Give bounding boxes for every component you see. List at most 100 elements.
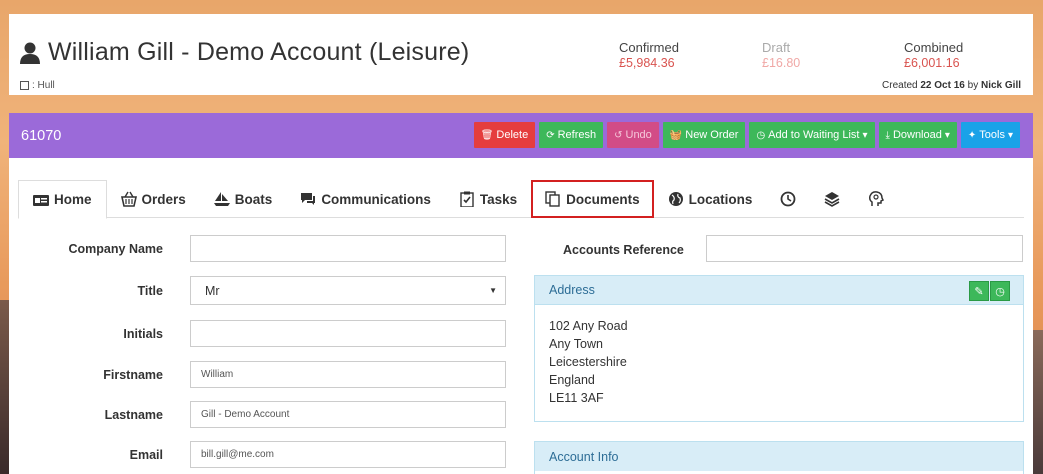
tab-boats[interactable]: Boats [200, 180, 287, 218]
caret-down-icon: ▾ [944, 129, 950, 141]
account-info-header: Account Info [535, 442, 1023, 471]
undo-icon: ↺ [614, 129, 623, 141]
address-line-1: 102 Any Road [549, 319, 628, 333]
customer-name: William Gill - Demo Account (Leisure) [48, 38, 470, 66]
caret-down-icon: ▾ [862, 129, 868, 141]
tab-home-label: Home [54, 192, 92, 207]
confirmed-stat: Confirmed £5,984.36 [619, 40, 679, 70]
tab-communications-label: Communications [321, 191, 431, 207]
tab-profile[interactable] [854, 180, 898, 218]
address-tools: ✎ ◷ [969, 281, 1010, 301]
confirmed-label: Confirmed [619, 40, 679, 55]
location-info: : Hull [20, 80, 55, 91]
wand-icon: ✦ [967, 129, 977, 141]
created-info: Created 22 Oct 16 by Nick Gill [882, 80, 1021, 91]
undo-button[interactable]: ↺ Undo [607, 122, 659, 148]
clock-icon [780, 191, 796, 207]
firstname-label: Firstname [103, 367, 163, 382]
address-line-2: Any Town [549, 337, 603, 351]
firstname-row: Firstname William [9, 361, 529, 388]
delete-label: Delete [496, 129, 529, 141]
created-by: Nick Gill [980, 80, 1021, 91]
address-line-4: England [549, 373, 595, 387]
title-row: Title Mr ▼ [9, 276, 529, 305]
draft-label: Draft [762, 40, 791, 55]
created-prefix: Created [882, 80, 918, 91]
delete-button[interactable]: 🗑 Delete [473, 122, 536, 148]
created-by-prefix: by [967, 80, 979, 91]
tab-history[interactable] [766, 180, 810, 218]
customer-header: William Gill - Demo Account (Leisure) : … [9, 14, 1033, 95]
initials-label: Initials [123, 326, 163, 341]
initials-input[interactable] [190, 320, 506, 347]
download-icon: ⤓ [885, 129, 890, 141]
new-order-label: New Order [685, 129, 739, 141]
tools-button[interactable]: ✦ Tools ▾ [960, 122, 1020, 148]
tools-label: Tools [979, 129, 1005, 141]
pencil-icon[interactable]: ✎ [969, 281, 989, 301]
company-name-row: Company Name [9, 235, 529, 262]
globe-icon [668, 192, 683, 206]
title-select[interactable]: Mr ▼ [190, 276, 506, 305]
combined-label: Combined [904, 40, 964, 55]
action-buttons: 🗑 Delete ⟳ Refresh ↺ Undo 🧺 New Order ◷ Add t… [473, 122, 1020, 148]
tab-tasks[interactable]: Tasks [445, 180, 531, 218]
lastname-label: Lastname [104, 407, 163, 422]
refresh-icon: ⟳ [546, 129, 555, 141]
draft-value: £16.80 [762, 56, 801, 70]
clipboard-check-icon [460, 191, 474, 207]
address-body: 102 Any Road Any Town Leicestershire Eng… [535, 305, 1023, 407]
confirmed-value: £5,984.36 [619, 56, 675, 70]
id-card-icon [33, 194, 49, 206]
lastname-input[interactable]: Gill - Demo Account [190, 401, 506, 428]
user-icon [20, 42, 40, 64]
address-line-5: LE11 3AF [549, 391, 604, 405]
initials-row: Initials [9, 320, 529, 347]
trash-icon: 🗑 [480, 129, 494, 141]
tab-tasks-label: Tasks [479, 191, 518, 207]
company-name-input[interactable] [190, 235, 506, 262]
customer-panel: 61070 🗑 Delete ⟳ Refresh ↺ Undo 🧺 New Order … [9, 113, 1033, 474]
accounts-reference-label: Accounts Reference [563, 243, 684, 257]
title-label: Title [137, 283, 163, 298]
email-value: bill.gill@me.com [201, 449, 274, 460]
ship-icon [213, 192, 230, 206]
tab-locations-label: Locations [688, 191, 753, 207]
lastname-row: Lastname Gill - Demo Account [9, 401, 529, 428]
title-select-value: Mr [205, 283, 220, 298]
tab-bar: Home Orders Boats Communications Tasks D… [18, 180, 1024, 219]
created-date: 22 Oct 16 [920, 80, 965, 91]
history-clock-icon[interactable]: ◷ [990, 281, 1010, 301]
account-info-panel: Account Info [534, 441, 1024, 474]
copy-icon [545, 191, 560, 207]
tab-boats-label: Boats [234, 191, 273, 207]
tab-communications[interactable]: Communications [286, 180, 445, 218]
firstname-input[interactable]: William [190, 361, 506, 388]
tab-home[interactable]: Home [18, 180, 107, 219]
email-input[interactable]: bill.gill@me.com @ [190, 441, 687, 468]
tab-locations[interactable]: Locations [654, 180, 767, 218]
location-text: : Hull [32, 80, 55, 91]
refresh-button[interactable]: ⟳ Refresh [539, 122, 604, 148]
basket-icon: 🧺 [669, 129, 683, 141]
tab-layers[interactable] [810, 180, 854, 218]
accounts-reference-input[interactable] [706, 235, 1023, 262]
comments-icon [301, 193, 316, 205]
company-name-label: Company Name [68, 241, 163, 256]
undo-label: Undo [625, 129, 652, 141]
account-info-heading: Account Info [549, 449, 619, 464]
new-order-button[interactable]: 🧺 New Order [662, 122, 746, 148]
page-title: William Gill - Demo Account (Leisure) [20, 38, 469, 67]
clock-icon: ◷ [756, 129, 766, 141]
tab-orders-label: Orders [141, 191, 186, 207]
tab-documents[interactable]: Documents [531, 180, 654, 218]
download-button[interactable]: ⤓ Download ▾ [878, 122, 957, 148]
email-label: Email [129, 447, 163, 462]
caret-down-icon: ▾ [1007, 129, 1013, 141]
address-heading: Address [549, 283, 595, 297]
caret-down-icon: ▼ [489, 286, 497, 295]
email-row: Email bill.gill@me.com @ [9, 441, 687, 468]
waiting-list-label: Add to Waiting List [768, 129, 860, 141]
waiting-list-button[interactable]: ◷ Add to Waiting List ▾ [749, 122, 875, 148]
tab-orders[interactable]: Orders [107, 180, 200, 218]
